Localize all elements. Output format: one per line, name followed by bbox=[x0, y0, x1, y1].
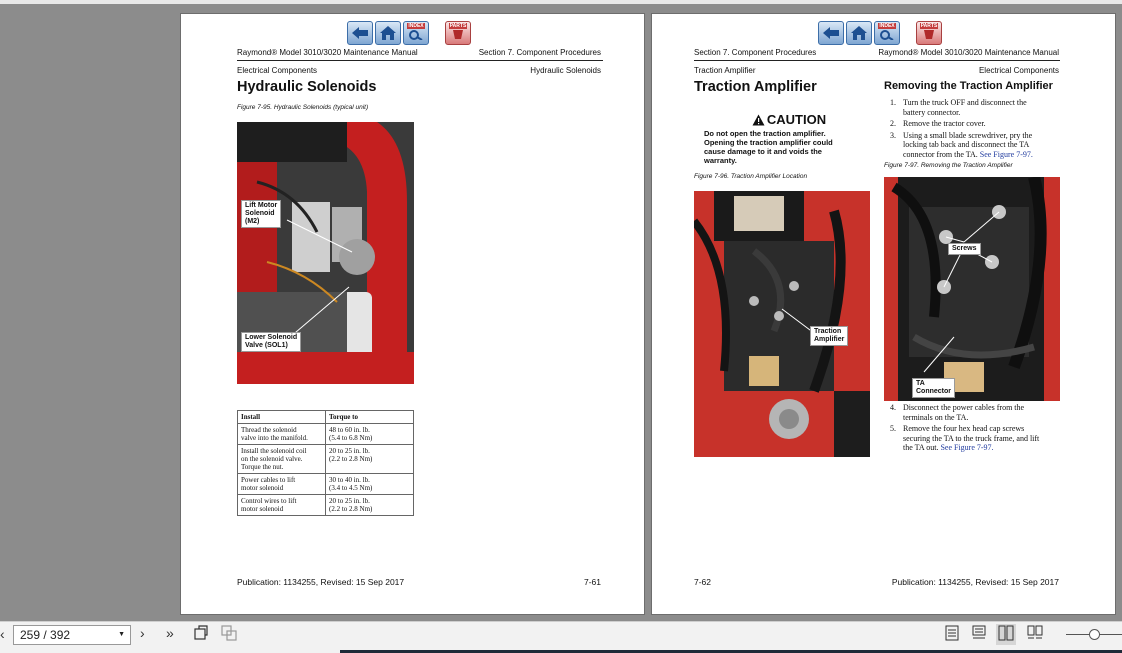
table-header-install: Install bbox=[237, 410, 326, 424]
steps-top-list: 1. Turn the truck OFF and disconnect the b… bbox=[884, 98, 1064, 161]
zoom-slider-knob[interactable] bbox=[1089, 629, 1100, 640]
table-cell: Power cables to lift motor solenoid bbox=[237, 473, 326, 495]
hydraulic-solenoids-photo: Lift Motor Solenoid (M2) Lower Solenoid … bbox=[237, 122, 414, 384]
callout-lower-line: Valve (SOL1) bbox=[245, 342, 288, 349]
back-arrow-icon[interactable] bbox=[347, 21, 373, 45]
footer-page-number: 7-61 bbox=[583, 577, 601, 587]
header-right: Section 7. Component Procedures bbox=[478, 48, 601, 57]
caution-box: CAUTION Do not open the traction amplifi… bbox=[704, 112, 874, 165]
table-header-row: Install Torque to bbox=[237, 410, 414, 424]
step-item: 1. Turn the truck OFF and disconnect the b… bbox=[890, 98, 1027, 117]
next-page-icon[interactable]: › bbox=[140, 625, 145, 641]
index-icon-label: INDEX bbox=[407, 23, 425, 29]
index-icon[interactable]: INDEX bbox=[403, 21, 429, 45]
parts-icon[interactable]: PARTS bbox=[445, 21, 471, 45]
figure-96-caption: Figure 7-96. Traction Amplifier Location bbox=[694, 173, 808, 180]
header-left: Section 7. Component Procedures bbox=[694, 48, 817, 57]
caution-text: Do not open the traction amplifier. Open… bbox=[704, 129, 833, 165]
table-cell: Thread the solenoid valve into the manifo… bbox=[237, 423, 326, 445]
single-page-view-icon[interactable] bbox=[944, 625, 960, 644]
subheader-left: Electrical Components bbox=[237, 66, 318, 75]
footer-page-number: 7-62 bbox=[694, 577, 712, 587]
table-header-torque: Torque to bbox=[325, 410, 414, 424]
table-row: Install the solenoid coil on the solenoid… bbox=[237, 444, 414, 474]
callout-lift-motor: Lift Motor Solenoid (M2) bbox=[241, 200, 282, 228]
right-page: INDEX PARTS Section 7. Component Procedu… bbox=[651, 13, 1116, 615]
nav-icons-left: INDEX PARTS bbox=[347, 21, 471, 45]
index-icon[interactable]: INDEX bbox=[874, 21, 900, 45]
page-indicator: 259 / 392 bbox=[20, 628, 71, 642]
step-item: 5. Remove the four hex head cap screws sec… bbox=[890, 424, 1040, 452]
continuous-view-icon[interactable] bbox=[971, 625, 987, 644]
step-item: 2. Remove the tractor cover. bbox=[890, 119, 986, 128]
callout-lift-line: (M2) bbox=[245, 218, 260, 225]
step-item: 3. Using a small blade screwdriver, pry t… bbox=[890, 130, 1033, 159]
table-cell: 20 to 25 in. lb. (2.2 to 2.8 Nm) bbox=[325, 494, 414, 516]
table-row: Control wires to lift motor solenoid 20 t… bbox=[237, 494, 414, 516]
header-right: Raymond® Model 3010/3020 Maintenance Man… bbox=[878, 48, 1059, 57]
callout-lift-line: Solenoid bbox=[245, 210, 275, 217]
footer-publication: Publication: 1134255, Revised: 15 Sep 20… bbox=[891, 577, 1059, 587]
footer-publication: Publication: 1134255, Revised: 15 Sep 20… bbox=[237, 577, 405, 587]
parts-icon-label: PARTS bbox=[448, 23, 468, 29]
caution-title: CAUTION bbox=[766, 112, 827, 127]
index-icon-label: INDEX bbox=[878, 23, 896, 29]
window-top-strip bbox=[0, 0, 1122, 4]
table-cell: Install the solenoid coil on the solenoid… bbox=[237, 444, 326, 474]
table-row: Power cables to lift motor solenoid 30 to… bbox=[237, 473, 414, 495]
see-figure-link[interactable]: See Figure 7-97. bbox=[940, 443, 993, 452]
two-page-view-icon[interactable] bbox=[996, 624, 1016, 645]
removing-heading: Removing the Traction Amplifier bbox=[884, 80, 1053, 92]
step-item: 4. Disconnect the power cables from the te… bbox=[890, 403, 1025, 422]
header-rule bbox=[694, 60, 1060, 61]
nav-icons-right: INDEX PARTS bbox=[818, 21, 942, 45]
callout-lower-solenoid: Lower Solenoid Valve (SOL1) bbox=[241, 332, 302, 352]
parts-icon-label: PARTS bbox=[919, 23, 939, 29]
home-icon[interactable] bbox=[846, 21, 872, 45]
viewer-toolbar: ‹ 259 / 392 ▼ › » bbox=[0, 621, 1122, 653]
parts-icon[interactable]: PARTS bbox=[916, 21, 942, 45]
table-cell: Control wires to lift motor solenoid bbox=[237, 494, 326, 516]
home-icon[interactable] bbox=[375, 21, 401, 45]
page-title: Traction Amplifier bbox=[694, 79, 817, 95]
callout-traction-amplifier: Traction Amplifier bbox=[810, 326, 849, 346]
subheader-left: Traction Amplifier bbox=[694, 66, 756, 75]
steps-bottom-list: 4. Disconnect the power cables from the te… bbox=[884, 403, 1064, 455]
left-page: INDEX PARTS Raymond® Model 3010/3020 Mai… bbox=[180, 13, 645, 615]
traction-amplifier-location-photo: Traction Amplifier bbox=[694, 191, 870, 457]
rotate-page-icon[interactable] bbox=[193, 625, 209, 644]
table-row: Thread the solenoid valve into the manifo… bbox=[237, 423, 414, 445]
callout-lift-line: Lift Motor bbox=[245, 202, 278, 209]
header-rule bbox=[237, 60, 603, 61]
chevron-down-icon: ▼ bbox=[118, 631, 125, 638]
see-figure-link[interactable]: See Figure 7-97. bbox=[980, 150, 1033, 159]
page-title: Hydraulic Solenoids bbox=[237, 79, 377, 95]
prev-edge-icon[interactable]: ‹ bbox=[0, 626, 5, 642]
callout-screws: Screws bbox=[948, 243, 981, 255]
table-cell: 20 to 25 in. lb. (2.2 to 2.8 Nm) bbox=[325, 444, 414, 474]
subheader-right: Electrical Components bbox=[978, 66, 1059, 75]
figure-97-caption: Figure 7-97. Removing the Traction Ampli… bbox=[884, 162, 1013, 169]
callout-lower-line: Lower Solenoid bbox=[245, 334, 298, 341]
caution-heading: CAUTION bbox=[704, 112, 874, 127]
callout-ta-connector: TA Connector bbox=[912, 378, 955, 398]
subheader-right: Hydraulic Solenoids bbox=[530, 66, 601, 75]
last-page-icon[interactable]: » bbox=[166, 625, 174, 641]
page-number-select[interactable]: 259 / 392 ▼ bbox=[13, 625, 131, 645]
table-cell: 30 to 40 in. lb. (3.4 to 4.5 Nm) bbox=[325, 473, 414, 495]
two-page-continuous-icon[interactable] bbox=[1027, 625, 1043, 644]
table-cell: 48 to 60 in. lb. (5.4 to 6.8 Nm) bbox=[325, 423, 414, 445]
copy-page-icon[interactable] bbox=[221, 625, 237, 644]
back-arrow-icon[interactable] bbox=[818, 21, 844, 45]
torque-table: Install Torque to Thread the solenoid val… bbox=[237, 410, 414, 516]
figure-caption: Figure 7-95. Hydraulic Solenoids (typica… bbox=[237, 104, 369, 111]
header-left: Raymond® Model 3010/3020 Maintenance Man… bbox=[237, 48, 418, 57]
warning-triangle-icon bbox=[752, 114, 765, 125]
removing-traction-amplifier-photo: Screws TA Connector bbox=[884, 177, 1060, 401]
